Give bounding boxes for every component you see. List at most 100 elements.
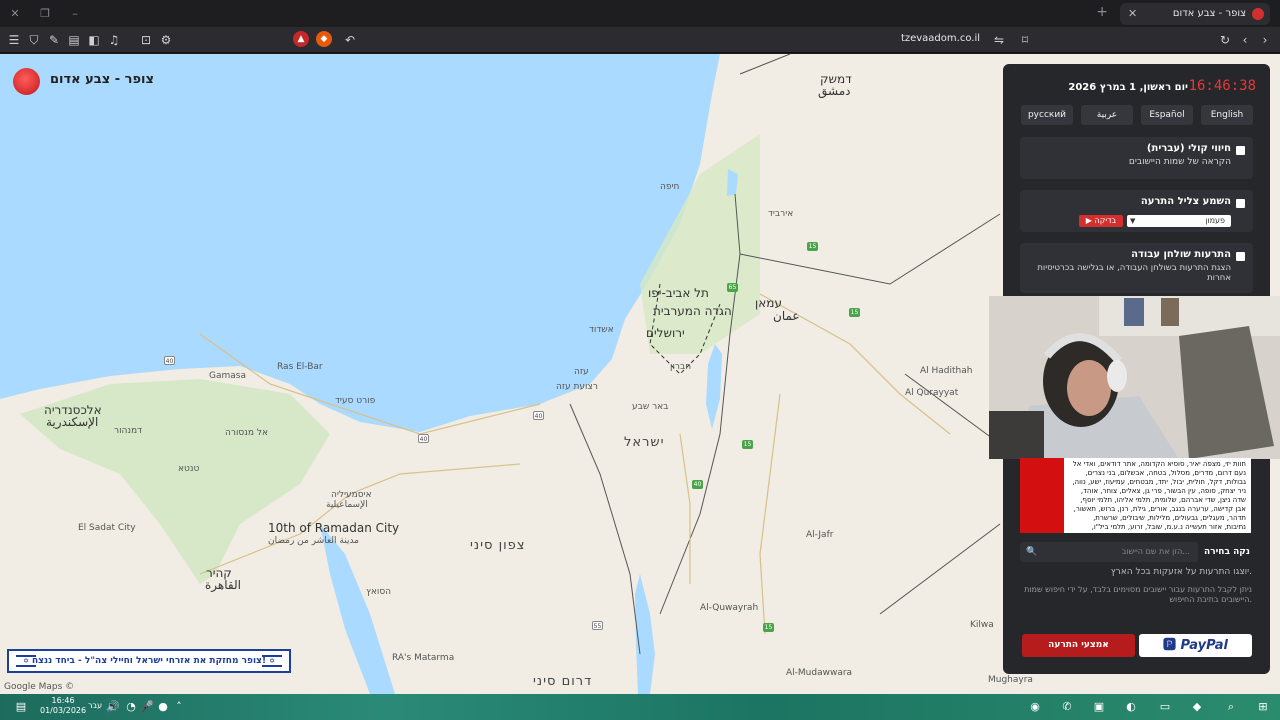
map-label: אל מנסורה (225, 428, 268, 438)
address-bar[interactable]: tzevaadom.co.il (901, 33, 980, 44)
paypal-button[interactable]: 🅿 PayPal (1139, 634, 1252, 657)
file-explorer-icon[interactable]: ▭ (1156, 698, 1174, 716)
clear-selection-button[interactable]: נקה בחירה (1202, 542, 1252, 562)
road-shield: 65 (727, 283, 738, 292)
map-label: אשדוד (589, 325, 614, 335)
sidebar-icon[interactable]: ◧ (85, 31, 103, 49)
close-window-icon[interactable]: ✕ (6, 5, 24, 23)
banner-text: צופר מחזקת את אזרחי ישראל וחיילי צה"ל - … (31, 656, 267, 666)
map-label: Kilwa (970, 620, 994, 630)
chevron-down-icon: ▼ (1130, 217, 1136, 225)
start-menu-icon[interactable]: ⊞ (1254, 698, 1272, 716)
map-label: איסמעיליה (331, 490, 372, 500)
discord-app-icon[interactable]: ◐ (1122, 698, 1140, 716)
map-label: דרום סיני (533, 674, 593, 689)
desktop-title: התרעות שולחן עבודה (1131, 249, 1231, 260)
map-label: القاهرة (205, 578, 241, 592)
whatsapp-app-icon[interactable]: ✆ (1058, 698, 1076, 716)
voice-title: חיווי קולי (עברית) (1146, 143, 1231, 154)
city-search-input[interactable]: 🔍 הזן את שם היישוב... (1020, 542, 1198, 562)
lang-spanish-button[interactable]: Español (1141, 105, 1193, 125)
alert-means-button[interactable]: אמצעי התרעה (1022, 634, 1135, 657)
browser-tab[interactable]: צופר - צבע אדום ✕ (1120, 3, 1270, 25)
restore-window-icon[interactable]: ❐ (36, 5, 54, 23)
map-label: Gamasa (209, 371, 246, 381)
alert-indicator (1020, 458, 1064, 533)
chevron-up-icon[interactable]: ˄ (170, 698, 188, 716)
brave-browser-icon[interactable]: ◆ (1188, 698, 1206, 716)
desktop-checkbox[interactable] (1236, 252, 1245, 261)
site-settings-icon[interactable]: ⇋ (990, 31, 1008, 49)
keyboard-language[interactable]: עבר (88, 701, 102, 710)
road-shield: 40 (164, 356, 175, 365)
road-shield: 40 (533, 411, 544, 420)
taskbar-clock[interactable]: 16:46 01/03/2026 (40, 696, 86, 716)
map-label: Al-Quwayrah (700, 603, 759, 613)
info-note: יוצגו התרעות על אזעקות בכל הארץ. (1110, 567, 1252, 577)
map-label: הגדה המערבית (653, 304, 732, 318)
undo-icon[interactable]: ↶ (341, 31, 359, 49)
desktop-setting-card: התרעות שולחן עבודה הצגת התרעות בשולחן הע… (1020, 243, 1253, 293)
volume-icon[interactable]: 🔊 (104, 698, 122, 716)
support-banner: ✡ צופר מחזקת את אזרחי ישראל וחיילי צה"ל … (7, 649, 291, 673)
sound-select-value: פעמון (1205, 216, 1225, 225)
bookmark-icon[interactable]: ⌑ (1016, 31, 1034, 49)
map-label: צפון סיני (470, 538, 526, 553)
road-shield: 15 (763, 623, 774, 632)
paypal-icon: 🅿 (1162, 638, 1176, 653)
map-label: الإسماعيلية (326, 500, 368, 510)
map-label: הסואץ (366, 587, 392, 597)
lang-english-button[interactable]: English (1201, 105, 1253, 125)
brush-icon[interactable]: ✎ (45, 31, 63, 49)
map-label: 10th of Ramadan City (268, 521, 400, 535)
screenshot-icon[interactable]: ⊡ (137, 31, 155, 49)
desktop-subtitle: הצגת התרעות בשולחן העבודה, או בגלישה בכר… (1037, 263, 1231, 283)
road-shield: 40 (692, 480, 703, 489)
map-label: Al Qurayyat (905, 388, 959, 398)
forward-icon[interactable]: › (1256, 31, 1274, 49)
map-label: Mughayra (988, 675, 1033, 685)
minimize-window-icon[interactable]: – (66, 5, 84, 23)
shield-icon[interactable]: ⛉ (25, 31, 43, 49)
sound-setting-card: השמע צליל התרעה ▼ פעמון ▶ בדיקה (1020, 190, 1253, 232)
map-label: Al-Jafr (806, 530, 834, 540)
lang-russian-button[interactable]: русский (1021, 105, 1073, 125)
extension-icon[interactable]: ⚙ (157, 31, 175, 49)
voice-checkbox[interactable] (1236, 146, 1245, 155)
reload-icon[interactable]: ↻ (1216, 31, 1234, 49)
tab-title: צופר - צבע אדום (1172, 8, 1246, 19)
map-label: עזה (574, 367, 589, 377)
road-shield: 15 (742, 440, 753, 449)
sound-select[interactable]: ▼ פעמון (1127, 215, 1231, 227)
app-icon[interactable]: ▣ (1090, 698, 1108, 716)
map-label: באר שבע (632, 402, 669, 412)
lang-arabic-button[interactable]: عربية (1081, 105, 1133, 125)
voice-setting-card: חיווי קולי (עברית) הקראה של שמות היישובי… (1020, 137, 1253, 179)
tab-bar: ✕ ❐ – + צופר - צבע אדום ✕ (0, 0, 1280, 27)
music-icon[interactable]: ♫ (105, 31, 123, 49)
back-icon[interactable]: ‹ (1236, 31, 1254, 49)
map-label: Ras El-Bar (277, 362, 323, 372)
search-icon[interactable]: ⌕ (1222, 698, 1240, 716)
obs-app-icon[interactable]: ◉ (1026, 698, 1044, 716)
sound-checkbox[interactable] (1236, 199, 1245, 208)
alert-extension-icon[interactable]: ▲ (293, 31, 309, 47)
new-tab-icon[interactable]: + (1096, 4, 1108, 20)
active-alerts-list[interactable]: חוות יזי, מצפה יאיר, סוסיא הקדומה, אתר ד… (1020, 458, 1251, 533)
site-favicon-icon (1252, 8, 1264, 20)
sound-test-button[interactable]: ▶ בדיקה (1079, 215, 1123, 227)
brave-shield-icon[interactable]: ◆ (316, 31, 332, 47)
webcam-person-image (989, 296, 1280, 459)
search-placeholder: הזן את שם היישוב... (1121, 547, 1190, 556)
road-shield: 15 (807, 242, 818, 251)
map-attribution[interactable]: Google Maps © (4, 682, 74, 692)
site-logo[interactable] (13, 68, 40, 95)
notification-icon[interactable]: ▤ (12, 698, 30, 716)
map-label: عمان (773, 309, 800, 323)
tabs-icon[interactable]: ▤ (65, 31, 83, 49)
menu-icon[interactable]: ☰ (5, 31, 23, 49)
tab-close-icon[interactable]: ✕ (1128, 3, 1137, 25)
map-label: פורט סעיד (335, 396, 376, 406)
map-label: טנטא (178, 464, 200, 474)
road-shield: 55 (592, 621, 603, 630)
